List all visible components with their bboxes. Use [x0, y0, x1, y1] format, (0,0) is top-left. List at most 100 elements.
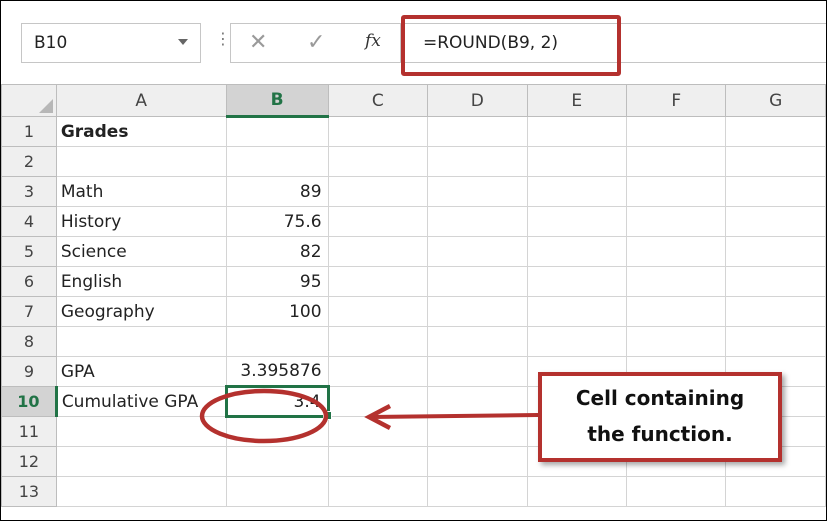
fill-handle[interactable] [322, 411, 332, 420]
cell-b1[interactable] [225, 116, 329, 147]
row-header[interactable]: 10 [1, 386, 58, 417]
cell-a3[interactable]: Math [55, 176, 227, 207]
more-dots-icon[interactable]: ⋮ [215, 31, 231, 47]
row-header[interactable]: 6 [1, 266, 57, 297]
cell-b10[interactable]: 3.4 [224, 385, 332, 420]
column-header-f[interactable]: F [625, 84, 727, 117]
cell-b4[interactable]: 75.6 [225, 206, 329, 237]
column-header-a[interactable]: A [55, 84, 227, 117]
cell-g4[interactable] [725, 206, 826, 237]
cell-f2[interactable] [625, 146, 727, 177]
column-header-b[interactable]: B [225, 84, 329, 118]
cell-f3[interactable] [625, 176, 727, 207]
cell-a1[interactable]: Grades [55, 116, 227, 147]
column-header-e[interactable]: E [526, 84, 627, 117]
cancel-x-icon[interactable]: ✕ [249, 30, 267, 55]
cell-g6[interactable] [725, 266, 826, 297]
cell-e4[interactable] [526, 206, 627, 237]
cell-a11[interactable] [55, 416, 227, 447]
cell-a5[interactable]: Science [55, 236, 227, 267]
cell-c11[interactable] [327, 416, 429, 447]
cell-e1[interactable] [526, 116, 627, 147]
cell-e6[interactable] [526, 266, 627, 297]
cell-c2[interactable] [327, 146, 429, 177]
cell-a4[interactable]: History [55, 206, 227, 237]
cell-f4[interactable] [625, 206, 727, 237]
cell-b6[interactable]: 95 [225, 266, 329, 297]
cell-f1[interactable] [625, 116, 727, 147]
cell-d5[interactable] [427, 236, 528, 267]
cell-d11[interactable] [427, 416, 528, 447]
cell-f8[interactable] [625, 326, 727, 357]
row-header[interactable]: 5 [1, 236, 57, 267]
cell-c9[interactable] [327, 356, 429, 387]
cell-a12[interactable] [55, 446, 227, 477]
cell-a6[interactable]: English [55, 266, 227, 297]
cell-e7[interactable] [526, 296, 627, 327]
column-header-d[interactable]: D [427, 84, 528, 117]
row-header[interactable]: 11 [1, 416, 57, 447]
select-all-corner[interactable] [1, 84, 57, 117]
column-header-g[interactable]: G [725, 84, 826, 117]
cell-a13[interactable] [55, 476, 227, 507]
name-box[interactable]: B10 [21, 23, 201, 63]
cell-d13[interactable] [427, 476, 528, 507]
cell-g1[interactable] [725, 116, 826, 147]
cell-b13[interactable] [225, 476, 329, 507]
row-header[interactable]: 1 [1, 116, 57, 147]
cell-a2[interactable] [55, 146, 227, 177]
cell-c5[interactable] [327, 236, 429, 267]
column-header-c[interactable]: C [327, 84, 429, 117]
insert-function-icon[interactable]: fx [365, 31, 381, 51]
cell-d10[interactable] [427, 386, 528, 417]
cell-e2[interactable] [526, 146, 627, 177]
cell-d9[interactable] [427, 356, 528, 387]
cell-c10[interactable] [327, 386, 429, 417]
cell-d8[interactable] [427, 326, 528, 357]
cell-d6[interactable] [427, 266, 528, 297]
cell-b2[interactable] [225, 146, 329, 177]
row-header[interactable]: 7 [1, 296, 57, 327]
cell-b7[interactable]: 100 [225, 296, 329, 327]
cell-g8[interactable] [725, 326, 826, 357]
enter-check-icon[interactable]: ✓ [307, 30, 325, 55]
row-header[interactable]: 8 [1, 326, 57, 357]
cell-g13[interactable] [725, 476, 826, 507]
cell-b3[interactable]: 89 [225, 176, 329, 207]
cell-d12[interactable] [427, 446, 528, 477]
row-header[interactable]: 3 [1, 176, 57, 207]
cell-c4[interactable] [327, 206, 429, 237]
cell-d1[interactable] [427, 116, 528, 147]
cell-c13[interactable] [327, 476, 429, 507]
cell-f7[interactable] [625, 296, 727, 327]
row-header[interactable]: 2 [1, 146, 57, 177]
cell-f5[interactable] [625, 236, 727, 267]
cell-g3[interactable] [725, 176, 826, 207]
cell-c12[interactable] [327, 446, 429, 477]
cell-g5[interactable] [725, 236, 826, 267]
cell-e3[interactable] [526, 176, 627, 207]
cell-f6[interactable] [625, 266, 727, 297]
row-header[interactable]: 13 [1, 476, 57, 507]
cell-e13[interactable] [526, 476, 627, 507]
cell-d4[interactable] [427, 206, 528, 237]
cell-a9[interactable]: GPA [55, 356, 227, 387]
cell-d2[interactable] [427, 146, 528, 177]
cell-f13[interactable] [625, 476, 727, 507]
cell-d3[interactable] [427, 176, 528, 207]
cell-c1[interactable] [327, 116, 429, 147]
cell-b12[interactable] [225, 446, 329, 477]
cell-g2[interactable] [725, 146, 826, 177]
cell-c6[interactable] [327, 266, 429, 297]
cell-c7[interactable] [327, 296, 429, 327]
cell-b9[interactable]: 3.395876 [225, 356, 329, 387]
cell-g7[interactable] [725, 296, 826, 327]
row-header[interactable]: 9 [1, 356, 57, 387]
row-header[interactable]: 4 [1, 206, 57, 237]
chevron-down-icon[interactable] [178, 39, 188, 45]
cell-c8[interactable] [327, 326, 429, 357]
cell-a10[interactable]: Cumulative GPA [55, 386, 227, 417]
cell-b8[interactable] [225, 326, 329, 357]
row-header[interactable]: 12 [1, 446, 57, 477]
cell-e5[interactable] [526, 236, 627, 267]
